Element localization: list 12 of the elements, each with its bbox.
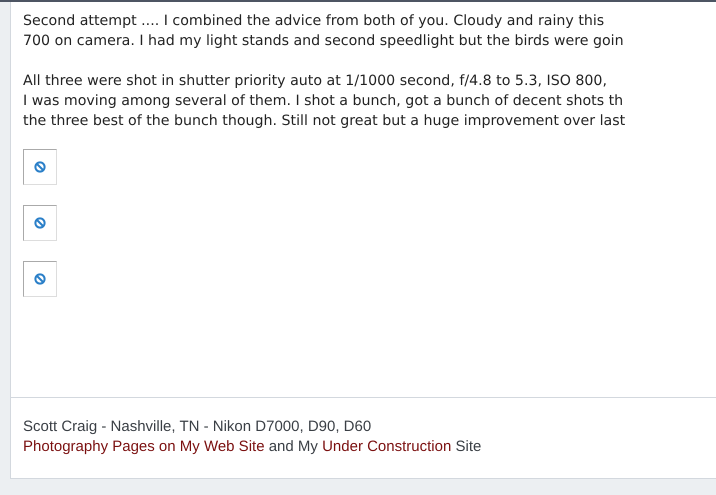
signature-text: Scott Craig - Nashville, TN - Nikon D7000, D90, D60 [23,417,372,437]
signature-links: Photography Pages on My Web Site and My Under Construction Site [23,437,482,457]
blocked-icon [34,273,46,285]
blocked-icon [34,161,46,173]
text-line: the three best of the bunch though. Still not great but a huge improvement over last [23,112,626,131]
link[interactable]: Photography Pages on My Web Site [23,438,265,455]
text-line: I was moving among several of them. I shot a bunch, got a bunch of decent shots th [23,92,624,111]
link[interactable]: Under Construction [322,438,452,455]
text-line: Second attempt .... I combined the advice from both of you. Cloudy and rainy this [23,12,606,31]
text-line: 700 on camera. I had my light stands and second speedlight but the birds were goin [23,32,625,51]
text-line: All three were shot in shutter priority auto at 1/1000 second, f/4.8 to 5.3, ISO 800, [23,72,608,91]
blocked-icon [34,217,46,229]
